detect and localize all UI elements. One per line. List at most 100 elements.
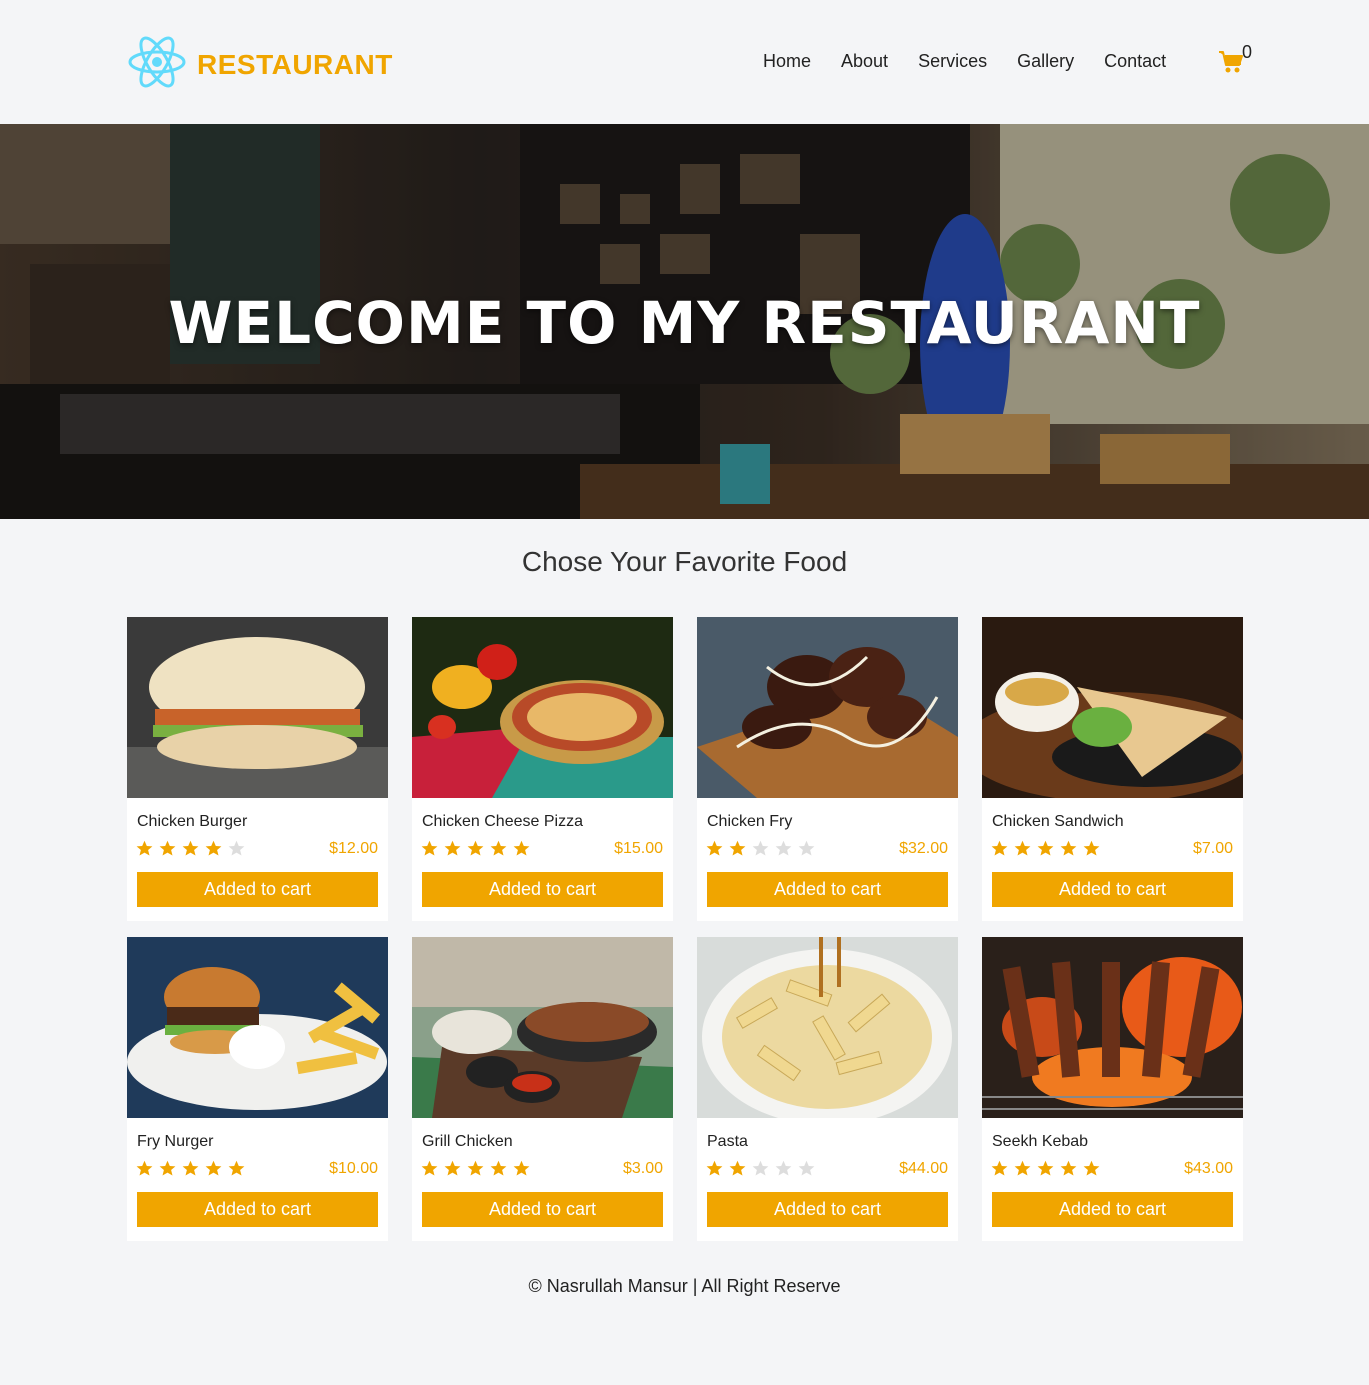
star-filled-icon [1014, 840, 1031, 856]
star-filled-icon [490, 840, 507, 856]
star-filled-icon [136, 1160, 153, 1176]
section-title: Chose Your Favorite Food [521, 546, 848, 577]
food-price: $7.00 [1192, 840, 1233, 857]
food-card: Grill Chicken $3.00 Added to cart [412, 937, 673, 1241]
star-filled-icon [444, 840, 461, 856]
star-empty-icon [798, 840, 815, 856]
star-filled-icon [513, 840, 530, 856]
nav-about[interactable]: About [841, 51, 888, 72]
food-card: Chicken Fry $32.00 Added to cart [697, 617, 958, 921]
cart-count: 0 [1242, 42, 1253, 62]
cart-button[interactable]: 0 [1218, 42, 1258, 78]
star-filled-icon [513, 1160, 530, 1176]
food-name: Grill Chicken [422, 1133, 513, 1150]
star-filled-icon [991, 1160, 1008, 1176]
star-filled-icon [159, 840, 176, 856]
star-empty-icon [775, 840, 792, 856]
add-to-cart-button[interactable]: Added to cart [992, 872, 1233, 907]
food-name: Chicken Burger [137, 813, 248, 830]
food-name: Chicken Fry [707, 813, 793, 830]
star-filled-icon [228, 1160, 245, 1176]
food-name: Seekh Kebab [992, 1133, 1089, 1150]
food-image-seekh-kebab [982, 937, 1243, 1118]
food-image-grill-chicken [412, 937, 673, 1118]
rating-stars [421, 840, 536, 857]
rating-stars [991, 840, 1106, 857]
star-filled-icon [205, 840, 222, 856]
food-price: $32.00 [899, 840, 948, 857]
add-to-cart-button[interactable]: Added to cart [422, 1192, 663, 1227]
add-to-cart-button[interactable]: Added to cart [422, 872, 663, 907]
rating-stars [136, 1160, 251, 1177]
star-filled-icon [182, 840, 199, 856]
star-filled-icon [1060, 840, 1077, 856]
star-filled-icon [706, 840, 723, 856]
food-price: $12.00 [329, 840, 378, 857]
rating-stars [991, 1160, 1106, 1177]
food-price: $10.00 [329, 1160, 378, 1177]
food-card: Chicken Burger $12.00 Added to cart [127, 617, 388, 921]
star-filled-icon [1083, 1160, 1100, 1176]
star-empty-icon [798, 1160, 815, 1176]
star-filled-icon [1083, 840, 1100, 856]
add-to-cart-button[interactable]: Added to cart [137, 872, 378, 907]
food-name: Chicken Cheese Pizza [422, 813, 583, 830]
food-card: Pasta $44.00 Added to cart [697, 937, 958, 1241]
star-filled-icon [490, 1160, 507, 1176]
star-filled-icon [467, 1160, 484, 1176]
food-image-chicken-fry [697, 617, 958, 798]
star-empty-icon [228, 840, 245, 856]
food-price: $44.00 [899, 1160, 948, 1177]
food-card: Seekh Kebab $43.00 Added to cart [982, 937, 1243, 1241]
rating-stars [706, 840, 821, 857]
nav-gallery[interactable]: Gallery [1017, 51, 1074, 72]
add-to-cart-button[interactable]: Added to cart [992, 1192, 1233, 1227]
star-empty-icon [775, 1160, 792, 1176]
add-to-cart-button[interactable]: Added to cart [707, 872, 948, 907]
main-nav: Home About Services Gallery Contact [763, 51, 1196, 72]
food-grid: Chicken Burger $12.00 Added to cart Chic… [127, 617, 1243, 1241]
hero-title: WELCOME TO MY RESTAURANT [168, 289, 1201, 357]
food-image-chicken-burger [127, 617, 388, 798]
star-filled-icon [444, 1160, 461, 1176]
nav-contact[interactable]: Contact [1104, 51, 1166, 72]
nav-services[interactable]: Services [918, 51, 987, 72]
brand-logo[interactable]: RESTAURANT [127, 34, 393, 95]
star-filled-icon [729, 840, 746, 856]
add-to-cart-button[interactable]: Added to cart [137, 1192, 378, 1227]
food-card: Chicken Cheese Pizza $15.00 Added to car… [412, 617, 673, 921]
nav-home[interactable]: Home [763, 51, 811, 72]
food-image-chicken-sandwich [982, 617, 1243, 798]
star-filled-icon [159, 1160, 176, 1176]
star-filled-icon [421, 840, 438, 856]
food-price: $43.00 [1184, 1160, 1233, 1177]
star-empty-icon [752, 840, 769, 856]
react-atom-icon [127, 34, 187, 95]
food-image-chicken-cheese-pizza [412, 617, 673, 798]
rating-stars [136, 840, 251, 857]
star-filled-icon [1037, 840, 1054, 856]
star-filled-icon [1060, 1160, 1077, 1176]
star-filled-icon [421, 1160, 438, 1176]
food-name: Fry Nurger [137, 1133, 214, 1150]
star-filled-icon [136, 840, 153, 856]
food-card: Fry Nurger $10.00 Added to cart [127, 937, 388, 1241]
rating-stars [706, 1160, 821, 1177]
food-price: $15.00 [614, 840, 663, 857]
food-name: Chicken Sandwich [992, 813, 1124, 830]
footer-copyright: © Nasrullah Mansur | All Right Reserve [528, 1276, 841, 1296]
rating-stars [421, 1160, 536, 1177]
star-filled-icon [467, 840, 484, 856]
add-to-cart-button[interactable]: Added to cart [707, 1192, 948, 1227]
brand-name: RESTAURANT [197, 48, 393, 80]
site-header: RESTAURANT Home About Services Gallery C… [0, 0, 1369, 124]
star-filled-icon [991, 840, 1008, 856]
food-image-pasta [697, 937, 958, 1118]
star-filled-icon [1037, 1160, 1054, 1176]
star-filled-icon [729, 1160, 746, 1176]
food-name: Pasta [707, 1133, 748, 1150]
star-filled-icon [706, 1160, 723, 1176]
star-filled-icon [182, 1160, 199, 1176]
star-empty-icon [752, 1160, 769, 1176]
food-price: $3.00 [622, 1160, 663, 1177]
